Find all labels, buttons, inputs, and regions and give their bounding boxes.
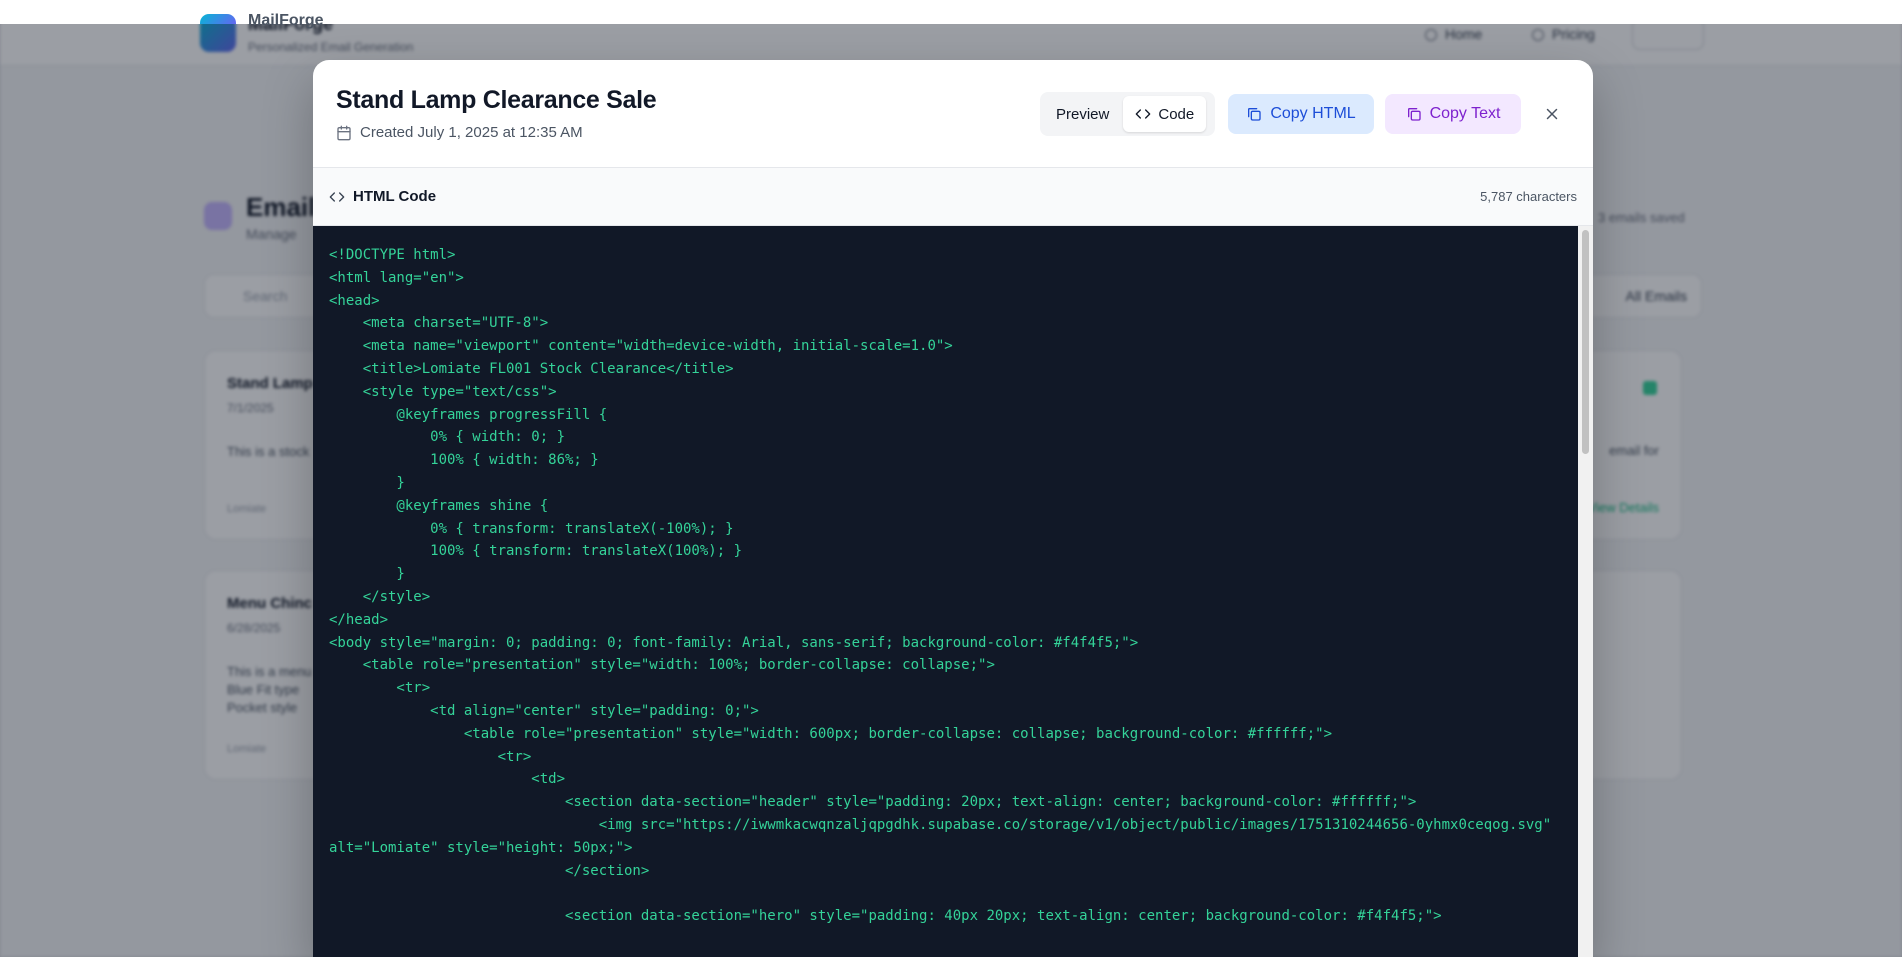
code-line: <tr> bbox=[329, 748, 532, 765]
code-line: } bbox=[329, 566, 405, 583]
app-logo-peek bbox=[200, 14, 236, 24]
code-line: <body style="margin: 0; padding: 0; font… bbox=[329, 634, 1139, 651]
code-line: 100% { width: 86%; } bbox=[329, 452, 599, 469]
code-line: @keyframes progressFill { bbox=[329, 406, 608, 423]
code-line: <meta charset="UTF-8"> bbox=[329, 315, 549, 332]
character-count: 5,787 characters bbox=[1480, 189, 1577, 204]
code-line: <html lang="en"> bbox=[329, 269, 464, 286]
view-toggle: Preview Code bbox=[1040, 92, 1215, 136]
code-line: 0% { transform: translateX(-100%); } bbox=[329, 520, 734, 537]
code-line: <title>Lomiate FL001 Stock Clearance</ti… bbox=[329, 360, 734, 377]
copy-icon bbox=[1248, 108, 1261, 121]
code-line: <meta name="viewport" content="width=dev… bbox=[329, 338, 953, 355]
code-line: <td align="center" style="padding: 0;"> bbox=[329, 702, 759, 719]
code-section-header: HTML Code 5,787 characters bbox=[313, 168, 1593, 226]
code-line: @keyframes shine { bbox=[329, 497, 549, 514]
copy-html-button[interactable]: Copy HTML bbox=[1228, 94, 1374, 134]
code-line: } bbox=[329, 474, 405, 491]
copy-text-label: Copy Text bbox=[1429, 105, 1501, 122]
code-line: </style> bbox=[329, 588, 431, 605]
preview-tab-label: Preview bbox=[1056, 105, 1110, 123]
code-section-label: HTML Code bbox=[353, 188, 437, 205]
copy-html-label: Copy HTML bbox=[1270, 105, 1356, 122]
modal-header: Stand Lamp Clearance Sale Created July 1… bbox=[313, 60, 1593, 168]
code-section-title: HTML Code bbox=[329, 188, 436, 205]
created-date: Created July 1, 2025 at 12:35 AM bbox=[336, 124, 583, 141]
html-code-viewer[interactable]: <!DOCTYPE html> <html lang="en"> <head> <m… bbox=[313, 226, 1578, 957]
code-tab-label: Code bbox=[1158, 105, 1195, 123]
scrollbar-thumb[interactable] bbox=[1582, 230, 1589, 454]
copy-icon bbox=[1407, 108, 1421, 121]
close-button[interactable] bbox=[1538, 100, 1566, 128]
code-content: <!DOCTYPE html> <html lang="en"> <head> <m… bbox=[329, 244, 1569, 928]
code-tab[interactable]: Code bbox=[1123, 96, 1207, 132]
preview-tab[interactable]: Preview bbox=[1044, 96, 1121, 132]
code-line: <img src="https://iwwmkacwqnzaljqpgdhk.s… bbox=[329, 816, 1552, 833]
code-line: 100% { transform: translateX(100%); } bbox=[329, 543, 743, 560]
code-line: <table role="presentation" style="width:… bbox=[329, 657, 995, 674]
calendar-icon bbox=[337, 125, 351, 140]
created-date-text: Created July 1, 2025 at 12:35 AM bbox=[360, 124, 583, 141]
code-line: alt="Lomiate" style="height: 50px;"> bbox=[329, 839, 633, 856]
code-scrollbar[interactable] bbox=[1578, 226, 1593, 957]
code-line: <section data-section="header" style="pa… bbox=[329, 794, 1417, 811]
code-brackets-icon bbox=[1136, 109, 1151, 119]
code-line: <head> bbox=[329, 292, 380, 309]
code-line: </section> bbox=[329, 862, 650, 879]
app-brand-peek: MailForge bbox=[248, 12, 324, 29]
code-line: <style type="text/css"> bbox=[329, 383, 557, 400]
code-line: <section data-section="hero" style="padd… bbox=[329, 908, 1442, 925]
code-line: </head> bbox=[329, 611, 389, 628]
code-line: <td> bbox=[329, 771, 566, 788]
close-icon bbox=[1546, 108, 1558, 120]
modal-title: Stand Lamp Clearance Sale bbox=[336, 86, 657, 114]
code-line: <!DOCTYPE html> bbox=[329, 247, 456, 263]
code-line: 0% { width: 0; } bbox=[329, 429, 566, 446]
email-detail-modal: Stand Lamp Clearance Sale Created July 1… bbox=[313, 60, 1593, 957]
top-strip: MailForge bbox=[0, 0, 1902, 29]
code-brackets-icon bbox=[329, 191, 345, 202]
copy-text-button[interactable]: Copy Text bbox=[1385, 94, 1521, 134]
code-line: <table role="presentation" style="width:… bbox=[329, 725, 1333, 742]
code-line: <tr> bbox=[329, 680, 431, 697]
